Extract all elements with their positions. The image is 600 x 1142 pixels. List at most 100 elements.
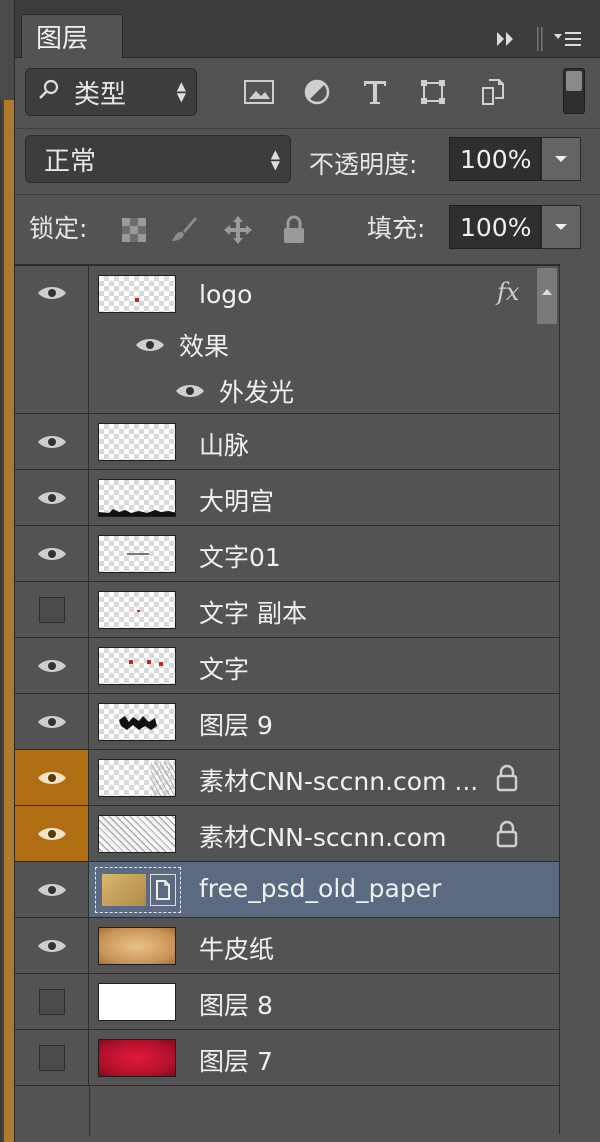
layer-name: 文字 副本 [199, 599, 307, 628]
layers-scrollbar[interactable] [535, 268, 559, 328]
filter-kind-label: 类型 [74, 79, 127, 110]
panel-divider [535, 26, 545, 52]
layer-kraft-paper[interactable]: 牛皮纸 [15, 918, 559, 974]
tab-layers[interactable]: 图层 [21, 14, 123, 58]
layer-thumbnail [98, 423, 176, 461]
visibility-toggle[interactable] [15, 582, 89, 637]
lock-pixels-brush-icon[interactable] [167, 213, 201, 247]
layer-name: 文字01 [199, 543, 281, 572]
opacity-dropdown-button[interactable] [541, 137, 581, 181]
layer-thumbnail [95, 867, 181, 913]
layer-lock-icon [495, 764, 519, 792]
effects-row[interactable]: 效果 [135, 322, 229, 368]
layer-text-copy[interactable]: 文字 副本 [15, 582, 559, 638]
visibility-toggle[interactable] [15, 1030, 89, 1085]
panel-tab-bar: 图层 [15, 0, 600, 58]
canvas-edge [0, 0, 14, 1142]
effect-label: 外发光 [219, 378, 295, 407]
layer-thumbnail [98, 927, 176, 965]
lock-label: 锁定: [29, 214, 88, 243]
filter-kind-select[interactable]: 类型 ▲ ▼ [25, 68, 197, 116]
visibility-toggle[interactable] [15, 918, 89, 973]
visibility-toggle[interactable] [15, 638, 89, 693]
visibility-empty-box [38, 1044, 65, 1071]
layer-name: 素材CNN-sccnn.com ... [199, 767, 479, 796]
layer-name: 大明宫 [199, 487, 275, 516]
layer-thumbnail [98, 815, 176, 853]
layer-lock-icon [495, 820, 519, 848]
layer-text[interactable]: 文字 [15, 638, 559, 694]
filter-toggle-switch[interactable] [563, 68, 585, 114]
eye-icon [37, 715, 66, 728]
type-filter-icon[interactable] [359, 76, 391, 108]
layer-filter-bar: 类型 ▲ ▼ [15, 58, 600, 128]
layer-9[interactable]: 图层 9 [15, 694, 559, 750]
visibility-toggle[interactable] [15, 862, 89, 917]
smart-object-filter-icon[interactable] [475, 76, 507, 108]
layer-free-psd-old-paper[interactable]: free_psd_old_paper [15, 862, 559, 918]
layer-name: free_psd_old_paper [199, 874, 442, 903]
layer-thumbnail [98, 983, 176, 1021]
visibility-toggle[interactable] [15, 266, 89, 413]
layer-thumbnail [98, 479, 176, 517]
effects-label: 效果 [179, 332, 230, 361]
eye-icon [37, 883, 66, 896]
scroll-track[interactable] [559, 264, 600, 1134]
eye-icon [37, 435, 66, 448]
visibility-toggle[interactable] [15, 806, 89, 861]
layer-material-cnn-2[interactable]: 素材CNN-sccnn.com [15, 806, 559, 862]
layers-list: logo fx 效果 外发光 山脉 大明宫 文字01 文字 副本 文字 图层 9… [15, 264, 559, 1136]
layer-name: 牛皮纸 [199, 935, 275, 964]
fx-icon[interactable]: fx [497, 278, 519, 306]
lock-all-icon[interactable] [277, 213, 311, 247]
layer-material-cnn-1[interactable]: 素材CNN-sccnn.com ... [15, 750, 559, 806]
visibility-empty-box [38, 988, 65, 1015]
collapse-panel-icon[interactable] [495, 26, 517, 52]
panel-menu-icon[interactable] [553, 26, 583, 52]
layer-thumbnail [98, 759, 176, 797]
layer-name: 图层 9 [199, 711, 273, 740]
layer-thumbnail [98, 703, 176, 741]
layer-text-01[interactable]: 文字01 [15, 526, 559, 582]
image-filter-icon[interactable] [243, 76, 275, 108]
effect-outer-glow-row[interactable]: 外发光 [175, 368, 294, 414]
eye-icon [37, 491, 66, 504]
eye-icon [37, 659, 66, 672]
lock-fill-bar: 锁定: 填充: 100% [15, 194, 600, 262]
layer-name: 文字 [199, 655, 250, 684]
adjustment-filter-icon[interactable] [301, 76, 333, 108]
fill-dropdown-button[interactable] [541, 205, 581, 249]
layer-7[interactable]: 图层 7 [15, 1030, 559, 1086]
lock-transparency-icon[interactable] [117, 213, 151, 247]
layer-thumbnail [98, 647, 176, 685]
layer-mountains[interactable]: 山脉 [15, 414, 559, 470]
layer-thumbnail [98, 535, 176, 573]
visibility-toggle[interactable] [15, 750, 89, 805]
layer-8[interactable]: 图层 8 [15, 974, 559, 1030]
layer-thumbnail [98, 1039, 176, 1077]
visibility-toggle[interactable] [15, 694, 89, 749]
eye-icon [176, 385, 204, 397]
eye-icon [37, 939, 66, 952]
layer-name: 山脉 [199, 431, 250, 460]
layer-thumbnail [98, 591, 176, 629]
eye-icon [37, 287, 66, 299]
visibility-toggle[interactable] [15, 526, 89, 581]
blend-mode-select[interactable]: 正常 ▲ ▼ [25, 135, 291, 183]
layer-logo[interactable]: logo fx 效果 外发光 [15, 266, 559, 414]
opacity-label: 不透明度: [309, 150, 418, 179]
lock-position-move-icon[interactable] [221, 213, 255, 247]
visibility-toggle[interactable] [15, 470, 89, 525]
visibility-toggle[interactable] [15, 974, 89, 1029]
layer-name: logo [199, 280, 253, 309]
eye-icon [136, 339, 164, 351]
eye-icon [37, 771, 66, 784]
visibility-toggle[interactable] [15, 414, 89, 469]
shape-filter-icon[interactable] [417, 76, 449, 108]
visibility-empty-box [38, 596, 65, 623]
layer-daminggong[interactable]: 大明宫 [15, 470, 559, 526]
fill-input[interactable]: 100% [449, 205, 541, 249]
search-icon [38, 77, 60, 107]
opacity-input[interactable]: 100% [449, 137, 541, 181]
layer-thumbnail [98, 275, 176, 313]
